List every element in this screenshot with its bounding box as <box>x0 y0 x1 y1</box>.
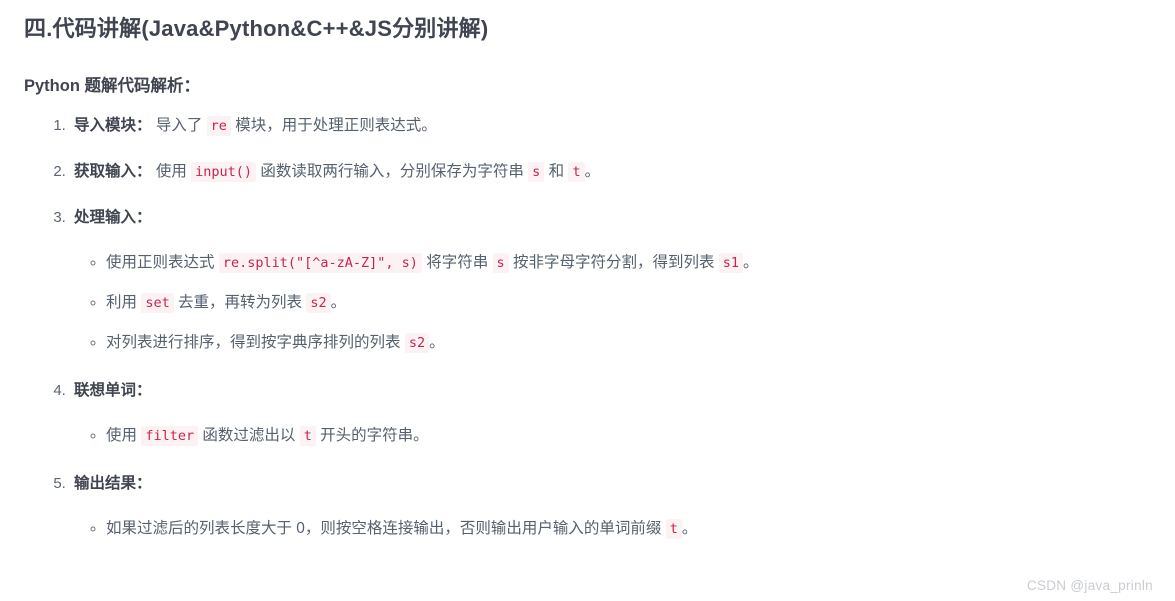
subsection-title: Python 题解代码解析： <box>24 76 200 95</box>
step-text: 对列表进行排序，得到按字典序排列的列表 <box>106 333 405 351</box>
step-text: 将字符串 <box>421 253 493 271</box>
step-item: 获取输入： 使用 input() 函数读取两行输入，分别保存为字符串 s 和 t… <box>70 160 1151 184</box>
inline-code: t <box>299 426 316 446</box>
step-text: 。 <box>743 253 759 271</box>
inline-code: input() <box>191 161 257 182</box>
step-text: 模块，用于处理正则表达式。 <box>230 116 437 134</box>
step-text: 。 <box>681 520 698 538</box>
substep-item: 对列表进行排序，得到按字典序排列的列表 s2。 <box>106 331 1151 355</box>
substeps-list: 如果过滤后的列表长度大于 0，则按空格连接输出，否则输出用户输入的单词前缀 t。 <box>74 496 1151 543</box>
substeps-list: 使用正则表达式 re.split("[^a-zA-Z]", s) 将字符串 s … <box>74 230 1151 357</box>
substep-item: 利用 set 去重，再转为列表 s2。 <box>106 291 1151 315</box>
substeps-list: 使用 filter 函数过滤出以 t 开头的字符串。 <box>74 403 1151 450</box>
substep-item: 使用 filter 函数过滤出以 t 开头的字符串。 <box>106 424 1151 448</box>
step-text: 去重，再转为列表 <box>173 293 307 311</box>
substep-item: 如果过滤后的列表长度大于 0，则按空格连接输出，否则输出用户输入的单词前缀 t。 <box>106 517 1151 541</box>
inline-code: re.split("[^a-zA-Z]", s) <box>218 252 422 273</box>
inline-code: s2 <box>404 332 430 353</box>
inline-code: re <box>206 115 231 136</box>
inline-code: set <box>141 292 174 313</box>
step-text: 按非字母字符分割，得到列表 <box>508 253 719 271</box>
step-label: 获取输入： <box>74 162 152 180</box>
step-text: 函数读取两行输入，分别保存为字符串 <box>256 162 529 180</box>
step-item: 联想单词： 使用 filter 函数过滤出以 t 开头的字符串。 <box>70 379 1151 450</box>
csdn-watermark: CSDN @java_prinln <box>1026 578 1153 593</box>
step-item: 导入模块： 导入了 re 模块，用于处理正则表达式。 <box>70 114 1151 138</box>
inline-code: t <box>568 161 585 182</box>
step-label: 处理输入： <box>74 208 152 226</box>
step-text: 。 <box>429 333 445 351</box>
step-label: 导入模块： <box>74 116 152 134</box>
step-text: 。 <box>584 162 601 180</box>
step-text: 使用 <box>106 427 142 444</box>
page-title: 四.代码讲解(Java&Python&C++&JS分别讲解) <box>24 16 489 41</box>
inline-code: s2 <box>306 292 331 313</box>
inline-code: s <box>492 252 509 273</box>
steps-list: 导入模块： 导入了 re 模块，用于处理正则表达式。获取输入： 使用 input… <box>24 98 1151 543</box>
inline-code: t <box>665 519 682 540</box>
substep-item: 使用正则表达式 re.split("[^a-zA-Z]", s) 将字符串 s … <box>106 251 1151 275</box>
step-text: 使用 <box>151 162 192 180</box>
step-item: 输出结果： 如果过滤后的列表长度大于 0，则按空格连接输出，否则输出用户输入的单词… <box>70 472 1151 543</box>
step-label: 联想单词： <box>74 381 152 399</box>
step-text: 函数过滤出以 <box>198 427 300 444</box>
inline-code: filter <box>141 426 199 446</box>
step-text: 如果过滤后的列表长度大于 0，则按空格连接输出，否则输出用户输入的单词前缀 <box>106 520 666 538</box>
step-text: 和 <box>544 162 569 180</box>
step-text: 使用正则表达式 <box>106 253 219 271</box>
step-label: 输出结果： <box>74 475 152 493</box>
inline-code: s <box>528 161 545 182</box>
step-text: 利用 <box>106 293 142 311</box>
inline-code: s1 <box>718 252 744 273</box>
step-text: 。 <box>330 293 347 311</box>
step-item: 处理输入： 使用正则表达式 re.split("[^a-zA-Z]", s) 将字… <box>70 206 1151 357</box>
document-page: 四.代码讲解(Java&Python&C++&JS分别讲解) Python 题解… <box>0 0 1175 601</box>
step-text: 开头的字符串。 <box>315 427 429 444</box>
step-text: 导入了 <box>151 116 207 134</box>
